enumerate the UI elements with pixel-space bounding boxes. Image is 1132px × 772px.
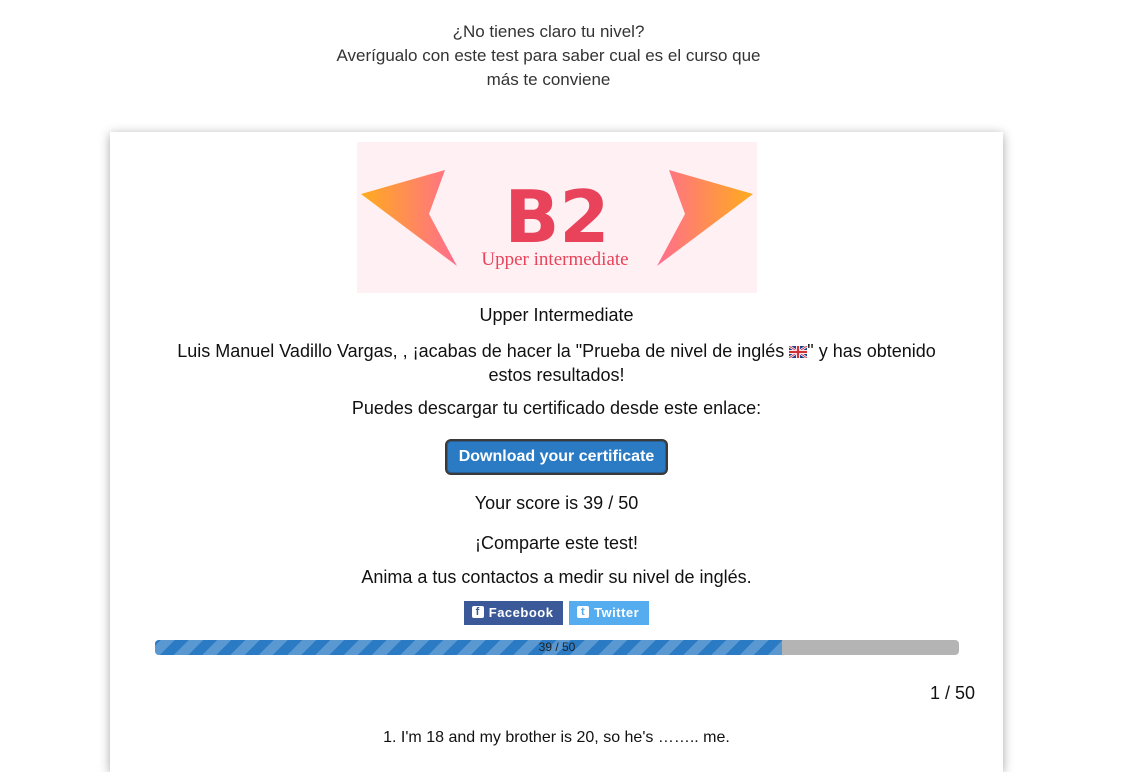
result-message-start: Luis Manuel Vadillo Vargas, , ¡acabas de… — [177, 341, 790, 361]
download-wrapper: Download your certificate — [110, 441, 1003, 473]
share-subtitle: Anima a tus contactos a medir su nivel d… — [361, 567, 752, 587]
level-name: Upper Intermediate — [479, 305, 634, 325]
intro-line-2: Averígualo con este test para saber cual… — [336, 46, 761, 65]
level-badge-graphic: B2 Upper intermediate — [361, 170, 753, 270]
badge-level-label: Upper intermediate — [481, 249, 628, 270]
question-text: 1. I'm 18 and my brother is 20, so he's … — [383, 729, 730, 746]
score-text: Your score is 39 / 50 — [474, 493, 639, 513]
intro-text: ¿No tienes claro tu nivel? Averígualo co… — [0, 20, 1097, 92]
twitter-share-button[interactable]: t Twitter — [569, 601, 650, 625]
intro-line-1: ¿No tienes claro tu nivel? — [452, 22, 645, 41]
facebook-label: Facebook — [488, 605, 554, 620]
uk-flag-icon — [788, 340, 808, 359]
result-card: B2 Upper intermediate Upper Intermediate… — [110, 132, 1003, 772]
share-buttons: f Facebook t Twitter — [110, 601, 1003, 625]
left-arrow-icon — [361, 170, 457, 266]
score-progress-bar: 39 / 50 — [155, 640, 959, 655]
download-certificate-button[interactable]: Download your certificate — [446, 441, 667, 473]
twitter-label: Twitter — [594, 605, 640, 620]
right-arrow-icon — [657, 170, 753, 266]
facebook-icon: f — [471, 606, 484, 618]
score-progress-label: 39 / 50 — [538, 640, 576, 654]
level-badge-image: B2 Upper intermediate — [357, 142, 757, 293]
facebook-share-button[interactable]: f Facebook — [463, 601, 564, 625]
certificate-text: Puedes descargar tu certificado desde es… — [351, 398, 762, 418]
badge-level-code: B2 — [505, 175, 610, 259]
twitter-icon: t — [577, 606, 590, 618]
question-counter: 1 / 50 — [929, 683, 975, 703]
result-message: Luis Manuel Vadillo Vargas, , ¡acabas de… — [170, 339, 943, 387]
intro-line-3: más te conviene — [486, 70, 611, 89]
share-title: ¡Comparte este test! — [474, 533, 639, 553]
